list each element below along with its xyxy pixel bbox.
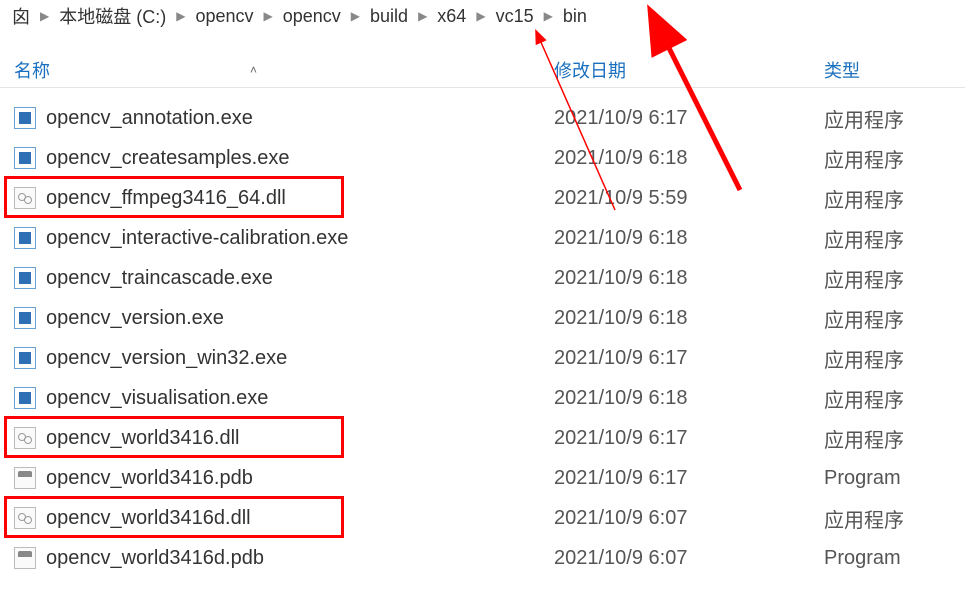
breadcrumb-item[interactable]: opencv bbox=[279, 4, 345, 29]
file-date: 2021/10/9 6:07 bbox=[554, 547, 824, 570]
file-name: opencv_annotation.exe bbox=[46, 107, 253, 130]
file-name-cell: opencv_ffmpeg3416_64.dll bbox=[14, 187, 554, 210]
file-list: opencv_annotation.exe2021/10/9 6:17应用程序o… bbox=[0, 88, 965, 578]
file-type: 应用程序 bbox=[824, 144, 965, 173]
file-date: 2021/10/9 6:18 bbox=[554, 147, 824, 170]
breadcrumb-item[interactable]: 囟 bbox=[8, 1, 34, 31]
breadcrumb-item[interactable]: vc15 bbox=[492, 4, 538, 29]
file-row[interactable]: opencv_annotation.exe 2021/10/9 6:17应用程序 bbox=[0, 98, 965, 138]
chevron-right-icon: ▶ bbox=[414, 9, 431, 23]
file-name-cell: opencv_annotation.exe bbox=[14, 107, 554, 130]
file-name: opencv_world3416d.dll bbox=[46, 507, 251, 530]
file-type: 应用程序 bbox=[824, 264, 965, 293]
columns-header: 名称 ˄ 修改日期 类型 bbox=[0, 52, 965, 88]
file-name-cell: opencv_world3416d.pdb bbox=[14, 547, 554, 570]
chevron-right-icon: ▶ bbox=[36, 9, 53, 23]
pdb-file-icon bbox=[14, 547, 36, 569]
breadcrumb-item[interactable]: opencv bbox=[191, 4, 257, 29]
chevron-right-icon: ▶ bbox=[347, 9, 364, 23]
column-header-name[interactable]: 名称 ˄ bbox=[14, 57, 554, 83]
file-row[interactable]: opencv_traincascade.exe 2021/10/9 6:18应用程… bbox=[0, 258, 965, 298]
file-name: opencv_interactive-calibration.exe bbox=[46, 227, 348, 250]
exe-file-icon bbox=[14, 107, 36, 129]
dll-file-icon bbox=[14, 187, 36, 209]
file-name-cell: opencv_traincascade.exe bbox=[14, 267, 554, 290]
breadcrumb-item[interactable]: 本地磁盘 (C:) bbox=[55, 1, 170, 31]
file-date: 2021/10/9 6:17 bbox=[554, 467, 824, 490]
file-row[interactable]: opencv_interactive-calibration.exe 2021/1… bbox=[0, 218, 965, 258]
file-date: 2021/10/9 6:17 bbox=[554, 347, 824, 370]
file-type: 应用程序 bbox=[824, 304, 965, 333]
breadcrumb-item[interactable]: build bbox=[366, 4, 412, 29]
exe-file-icon bbox=[14, 227, 36, 249]
file-name-cell: opencv_world3416.pdb bbox=[14, 467, 554, 490]
file-date: 2021/10/9 6:18 bbox=[554, 387, 824, 410]
exe-file-icon bbox=[14, 387, 36, 409]
file-name: opencv_createsamples.exe bbox=[46, 147, 289, 170]
dll-file-icon bbox=[14, 507, 36, 529]
file-row[interactable]: opencv_version_win32.exe 2021/10/9 6:17应用… bbox=[0, 338, 965, 378]
file-row[interactable]: opencv_world3416.pdb 2021/10/9 6:17Progra… bbox=[0, 458, 965, 498]
file-date: 2021/10/9 6:18 bbox=[554, 307, 824, 330]
file-date: 2021/10/9 6:18 bbox=[554, 227, 824, 250]
file-date: 2021/10/9 6:17 bbox=[554, 427, 824, 450]
file-name: opencv_version.exe bbox=[46, 307, 224, 330]
dll-file-icon bbox=[14, 427, 36, 449]
chevron-right-icon: ▶ bbox=[172, 9, 189, 23]
file-row[interactable]: opencv_ffmpeg3416_64.dll 2021/10/9 5:59应用… bbox=[0, 178, 965, 218]
exe-file-icon bbox=[14, 147, 36, 169]
file-type: 应用程序 bbox=[824, 224, 965, 253]
file-row[interactable]: opencv_version.exe 2021/10/9 6:18应用程序 bbox=[0, 298, 965, 338]
file-name: opencv_ffmpeg3416_64.dll bbox=[46, 187, 286, 210]
sort-ascending-icon: ˄ bbox=[250, 63, 257, 77]
file-row[interactable]: opencv_world3416.dll 2021/10/9 6:17应用程序 bbox=[0, 418, 965, 458]
file-type: 应用程序 bbox=[824, 104, 965, 133]
file-type: 应用程序 bbox=[824, 344, 965, 373]
file-name: opencv_world3416.dll bbox=[46, 427, 239, 450]
file-name-cell: opencv_createsamples.exe bbox=[14, 147, 554, 170]
file-name: opencv_world3416.pdb bbox=[46, 467, 253, 490]
exe-file-icon bbox=[14, 307, 36, 329]
column-header-name-label: 名称 bbox=[14, 57, 50, 83]
exe-file-icon bbox=[14, 267, 36, 289]
column-header-type[interactable]: 类型 bbox=[824, 57, 965, 83]
file-name: opencv_version_win32.exe bbox=[46, 347, 287, 370]
file-name-cell: opencv_visualisation.exe bbox=[14, 387, 554, 410]
file-name-cell: opencv_world3416d.dll bbox=[14, 507, 554, 530]
file-date: 2021/10/9 6:18 bbox=[554, 267, 824, 290]
breadcrumb[interactable]: 囟 ▶ 本地磁盘 (C:) ▶ opencv ▶ opencv ▶ build … bbox=[0, 0, 965, 32]
file-row[interactable]: opencv_createsamples.exe 2021/10/9 6:18应用… bbox=[0, 138, 965, 178]
file-name: opencv_visualisation.exe bbox=[46, 387, 268, 410]
chevron-right-icon: ▶ bbox=[472, 9, 489, 23]
file-type: 应用程序 bbox=[824, 184, 965, 213]
file-name-cell: opencv_world3416.dll bbox=[14, 427, 554, 450]
file-date: 2021/10/9 6:07 bbox=[554, 507, 824, 530]
file-name: opencv_world3416d.pdb bbox=[46, 547, 264, 570]
file-name-cell: opencv_version.exe bbox=[14, 307, 554, 330]
file-name-cell: opencv_interactive-calibration.exe bbox=[14, 227, 554, 250]
file-type: 应用程序 bbox=[824, 504, 965, 533]
file-name: opencv_traincascade.exe bbox=[46, 267, 273, 290]
breadcrumb-item[interactable]: bin bbox=[559, 4, 591, 29]
file-date: 2021/10/9 6:17 bbox=[554, 107, 824, 130]
file-row[interactable]: opencv_world3416d.pdb 2021/10/9 6:07Progr… bbox=[0, 538, 965, 578]
file-type: 应用程序 bbox=[824, 424, 965, 453]
file-type: 应用程序 bbox=[824, 384, 965, 413]
exe-file-icon bbox=[14, 347, 36, 369]
chevron-right-icon: ▶ bbox=[260, 9, 277, 23]
pdb-file-icon bbox=[14, 467, 36, 489]
file-row[interactable]: opencv_visualisation.exe 2021/10/9 6:18应用… bbox=[0, 378, 965, 418]
column-header-date[interactable]: 修改日期 bbox=[554, 57, 824, 83]
file-type: Program bbox=[824, 547, 965, 570]
file-date: 2021/10/9 5:59 bbox=[554, 187, 824, 210]
breadcrumb-item[interactable]: x64 bbox=[433, 4, 470, 29]
file-row[interactable]: opencv_world3416d.dll 2021/10/9 6:07应用程序 bbox=[0, 498, 965, 538]
file-name-cell: opencv_version_win32.exe bbox=[14, 347, 554, 370]
chevron-right-icon: ▶ bbox=[540, 9, 557, 23]
file-type: Program bbox=[824, 467, 965, 490]
